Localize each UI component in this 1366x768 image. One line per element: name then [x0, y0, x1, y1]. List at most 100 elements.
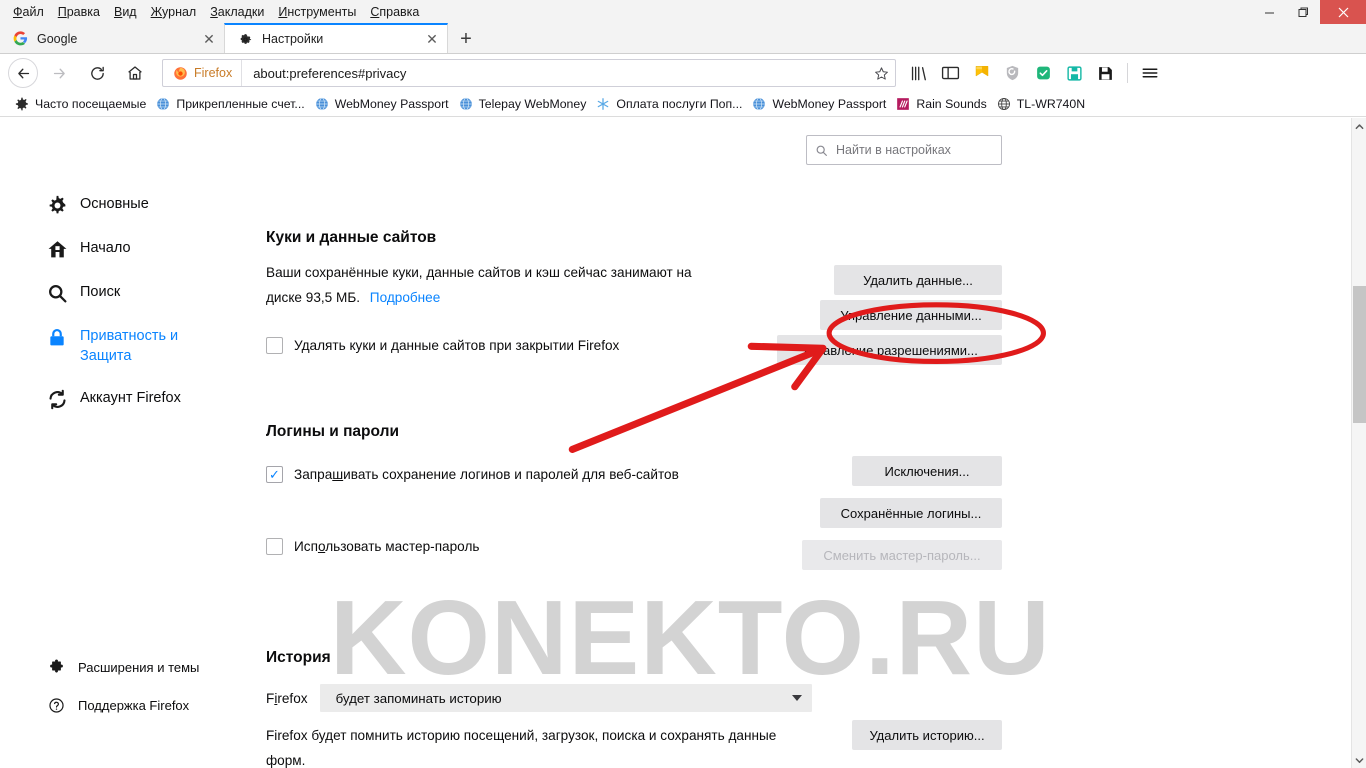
scroll-down-arrow-icon[interactable] — [1352, 752, 1366, 768]
cookies-buttons: Удалить данные... Управление данными... … — [756, 265, 1002, 365]
forward-button[interactable] — [42, 58, 76, 88]
clear-data-button[interactable]: Удалить данные... — [834, 265, 1002, 295]
settings-search-wrap — [806, 135, 1002, 165]
search-input[interactable] — [834, 142, 999, 158]
cookies-clear-on-close-checkbox[interactable] — [266, 337, 283, 354]
gear-icon — [237, 31, 253, 47]
question-circle-icon — [44, 696, 68, 714]
bookmark-label: WebMoney Passport — [772, 96, 887, 111]
hamburger-menu-icon[interactable] — [1134, 58, 1165, 88]
window-controls — [1252, 0, 1366, 24]
close-window-button[interactable] — [1320, 0, 1366, 24]
exceptions-button[interactable]: Исключения... — [852, 456, 1002, 486]
tab-settings[interactable]: Настройки ✕ — [224, 23, 448, 53]
history-desc-line1: Firefox будет помнить историю посещений,… — [266, 728, 777, 743]
navigation-toolbar: Firefox about:preferences#privacy — [0, 55, 1366, 91]
bookmark-label: Оплата послуги Поп... — [616, 96, 743, 111]
bookmarks-bar: Часто посещаемые Прикрепленные счет... W… — [0, 91, 1366, 117]
home-button[interactable] — [118, 58, 152, 88]
save-page-icon[interactable] — [1059, 58, 1090, 88]
menu-help[interactable]: Справка — [363, 3, 426, 22]
back-button[interactable] — [8, 58, 38, 88]
bookmark-label: TL-WR740N — [1016, 96, 1086, 111]
logins-master-password-checkbox[interactable] — [266, 538, 283, 555]
globe-icon — [314, 96, 330, 112]
bookmark-item-webmoney-passport-1[interactable]: WebMoney Passport — [312, 94, 456, 114]
menu-file[interactable]: Файл — [6, 3, 51, 22]
bookmark-star-icon[interactable] — [867, 66, 895, 81]
sidebar-item-privacy-security[interactable]: Приватность и Защита — [44, 326, 244, 366]
chevron-down-icon — [791, 695, 802, 701]
identity-box[interactable]: Firefox — [163, 60, 243, 86]
home-icon — [44, 238, 70, 260]
bookmark-label: Часто посещаемые — [35, 96, 147, 111]
sidebar-item-extensions-themes[interactable]: Расширения и темы — [44, 658, 254, 678]
shield-icon[interactable] — [997, 58, 1028, 88]
sync-icon — [44, 388, 70, 410]
scroll-up-arrow-icon[interactable] — [1352, 118, 1366, 134]
url-text[interactable]: about:preferences#privacy — [242, 66, 867, 81]
sidebar-item-label: Расширения и темы — [78, 660, 200, 675]
sidebar-item-search[interactable]: Поиск — [44, 282, 244, 304]
bookmark-item-pinned-accounts[interactable]: Прикрепленные счет... — [153, 94, 311, 114]
preferences-content: KONEKTO.RU Основ — [0, 118, 1351, 768]
library-icon[interactable] — [904, 58, 935, 88]
close-icon[interactable]: ✕ — [423, 30, 441, 48]
bookmark-item-telepay[interactable]: Telepay WebMoney — [456, 94, 594, 114]
star-burst-icon — [595, 96, 611, 112]
logins-ask-save-label: Запрашивать сохранение логинов и паролей… — [294, 467, 679, 482]
history-mode-dropdown[interactable]: будет запоминать историю — [319, 684, 812, 712]
clear-history-button[interactable]: Удалить историю... — [852, 720, 1002, 750]
reload-button[interactable] — [80, 58, 114, 88]
saved-logins-button[interactable]: Сохранённые логины... — [820, 498, 1002, 528]
cookies-clear-on-close-label: Удалять куки и данные сайтов при закрыти… — [294, 338, 620, 353]
menu-view[interactable]: Вид — [107, 3, 144, 22]
lastpass-icon[interactable] — [1028, 58, 1059, 88]
vertical-scrollbar[interactable] — [1351, 118, 1366, 768]
logins-ask-save-checkbox[interactable]: ✓ — [266, 466, 283, 483]
bookmark-label: Rain Sounds — [916, 96, 987, 111]
url-bar[interactable]: Firefox about:preferences#privacy — [162, 59, 896, 87]
rain-icon — [895, 96, 911, 112]
gear-icon — [14, 96, 30, 112]
manage-data-button[interactable]: Управление данными... — [820, 300, 1002, 330]
close-icon[interactable]: ✕ — [200, 30, 218, 48]
settings-sidebar: Основные Начало Поиск Приватность и Защи… — [44, 194, 244, 432]
google-icon — [12, 31, 28, 47]
change-master-password-button[interactable]: Сменить мастер-пароль... — [802, 540, 1002, 570]
manage-permissions-button[interactable]: Управление разрешениями... — [777, 335, 1002, 365]
history-mode-row: Firefox будет запоминать историю — [266, 684, 1026, 712]
sidebar-item-general[interactable]: Основные — [44, 194, 244, 216]
sidebar-item-home[interactable]: Начало — [44, 238, 244, 260]
menu-edit[interactable]: Правка — [51, 3, 107, 22]
puzzle-icon — [44, 658, 68, 676]
bookmark-item-rain-sounds[interactable]: Rain Sounds — [893, 94, 993, 114]
bookmark-item-frequent[interactable]: Часто посещаемые — [12, 94, 153, 114]
firefox-logo-icon — [174, 66, 187, 80]
sidebar-icon[interactable] — [935, 58, 966, 88]
identity-label: Firefox — [194, 66, 233, 80]
cookies-title: Куки и данные сайтов — [266, 229, 437, 246]
cookies-learn-more-link[interactable]: Подробнее — [370, 290, 441, 305]
logins-buttons: Исключения... Сохранённые логины... Смен… — [786, 456, 1002, 570]
menu-bookmarks[interactable]: Закладки — [203, 3, 271, 22]
sidebar-item-label: Аккаунт Firefox — [80, 390, 181, 406]
maximize-button[interactable] — [1286, 0, 1320, 24]
minimize-button[interactable] — [1252, 0, 1286, 24]
new-tab-button[interactable]: + — [451, 25, 481, 53]
search-box[interactable] — [806, 135, 1002, 165]
sidebar-item-label: Приватность и Защита — [80, 328, 179, 364]
menu-tools[interactable]: Инструменты — [271, 3, 363, 22]
bookmark-item-payment[interactable]: Оплата послуги Поп... — [593, 94, 749, 114]
floppy-save-icon[interactable] — [1090, 58, 1121, 88]
bookmark-label: Прикрепленные счет... — [176, 96, 305, 111]
tab-google[interactable]: Google ✕ — [0, 24, 224, 53]
sidebar-item-firefox-account[interactable]: Аккаунт Firefox — [44, 388, 244, 410]
bookmark-flag-icon[interactable] — [966, 58, 997, 88]
scrollbar-thumb[interactable] — [1353, 286, 1366, 423]
bookmark-item-router[interactable]: TL-WR740N — [994, 94, 1092, 114]
lock-icon — [44, 326, 70, 348]
sidebar-item-firefox-support[interactable]: Поддержка Firefox — [44, 696, 254, 716]
menu-history[interactable]: Журнал — [144, 3, 204, 22]
bookmark-item-webmoney-passport-2[interactable]: WebMoney Passport — [749, 94, 893, 114]
